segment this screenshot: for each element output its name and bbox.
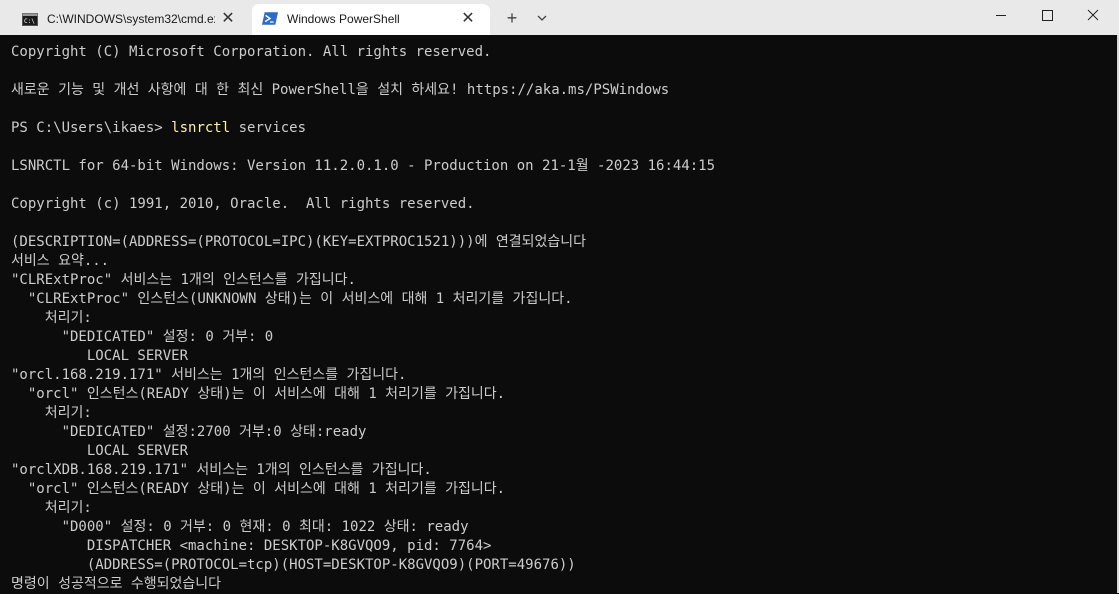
tab-cmd[interactable]: C:\ C:\WINDOWS\system32\cmd.exe ✕	[6, 4, 250, 35]
terminal-line: 처리기:	[11, 310, 92, 326]
terminal-line: 새로운 기능 및 개선 사항에 대 한 최신 PowerShell을 설치 하세…	[11, 82, 670, 98]
cmd-icon: C:\	[22, 13, 38, 26]
terminal-line: "orcl.168.219.171" 서비스는 1개의 인스턴스를 가집니다.	[11, 367, 407, 383]
terminal-line: (DESCRIPTION=(ADDRESS=(PROTOCOL=IPC)(KEY…	[11, 234, 587, 250]
powershell-icon	[262, 12, 278, 25]
prompt-args: services	[230, 120, 307, 136]
terminal-line: (ADDRESS=(PROTOCOL=tcp)(HOST=DESKTOP-K8G…	[11, 557, 576, 573]
chevron-down-icon	[537, 15, 547, 21]
terminal-line: "DEDICATED" 설정: 0 거부: 0	[11, 329, 274, 345]
prompt-prefix: PS C:\Users\ikaes>	[11, 120, 172, 136]
prompt-command: lsnrctl	[171, 120, 231, 136]
terminal-line: 서비스 요약...	[11, 253, 110, 269]
terminal-line: "D000" 설정: 0 거부: 0 현재: 0 최대: 1022 상태: re…	[11, 519, 469, 535]
svg-text:C:\: C:\	[24, 18, 35, 25]
terminal-line: "DEDICATED" 설정:2700 거부:0 상태:ready	[11, 424, 367, 440]
terminal-line: LOCAL SERVER	[11, 348, 189, 364]
terminal-line: "orclXDB.168.219.171" 서비스는 1개의 인스턴스를 가집니…	[11, 462, 432, 478]
maximize-icon	[1042, 10, 1053, 21]
terminal-line: "CLRExtProc" 서비스는 1개의 인스턴스를 가집니다.	[11, 272, 356, 288]
terminal-line: "orcl" 인스턴스(READY 상태)는 이 서비스에 대해 1 처리기를 …	[11, 386, 506, 402]
tab-powershell[interactable]: Windows PowerShell ✕	[252, 4, 490, 35]
terminal-line: Copyright (c) 1991, 2010, Oracle. All ri…	[11, 196, 475, 212]
terminal-line: "orcl" 인스턴스(READY 상태)는 이 서비스에 대해 1 처리기를 …	[11, 481, 506, 497]
terminal-line: DISPATCHER <machine: DESKTOP-K8GVQO9, pi…	[11, 538, 492, 554]
close-window-button[interactable]	[1070, 0, 1116, 32]
terminal-line: "CLRExtProc" 인스턴스(UNKNOWN 상태)는 이 서비스에 대해…	[11, 291, 573, 307]
tab-powershell-label: Windows PowerShell	[287, 12, 400, 26]
terminal-output[interactable]: Copyright (C) Microsoft Corporation. All…	[3, 35, 1117, 593]
terminal-line: 처리기:	[11, 500, 92, 516]
terminal-line: Copyright (C) Microsoft Corporation. All…	[11, 44, 492, 60]
tab-cmd-close-icon[interactable]: ✕	[220, 11, 236, 27]
prompt-line: PS C:\Users\ikaes> lsnrctl services	[11, 119, 306, 138]
terminal-line: LSNRCTL for 64-bit Windows: Version 11.2…	[11, 158, 716, 174]
maximize-button[interactable]	[1024, 0, 1070, 32]
terminal-line: 명령이 성공적으로 수행되었습니다	[11, 576, 222, 592]
tab-dropdown-button[interactable]	[532, 6, 552, 30]
tab-powershell-close-icon[interactable]: ✕	[460, 11, 476, 27]
terminal-line: LOCAL SERVER	[11, 443, 189, 459]
title-bar: C:\ C:\WINDOWS\system32\cmd.exe ✕ Window…	[0, 0, 1119, 35]
new-tab-button[interactable]: +	[500, 6, 524, 30]
minimize-button[interactable]	[978, 0, 1024, 32]
minimize-icon	[996, 15, 1006, 16]
terminal-line: 처리기:	[11, 405, 92, 421]
close-icon	[1087, 9, 1099, 21]
tab-cmd-label: C:\WINDOWS\system32\cmd.exe	[47, 12, 215, 26]
